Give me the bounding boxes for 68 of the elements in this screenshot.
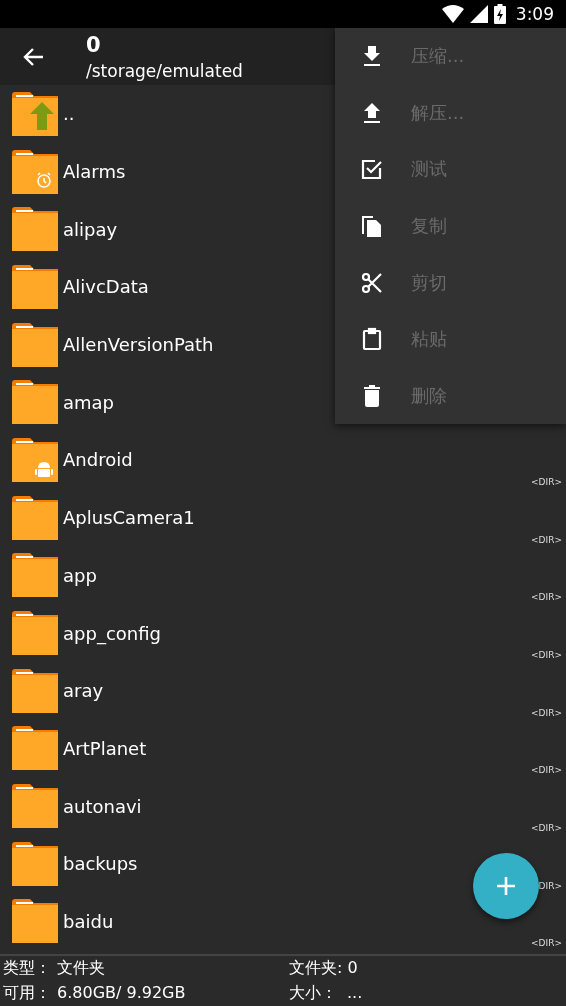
back-arrow-icon	[22, 46, 44, 67]
add-button[interactable]	[473, 853, 539, 919]
dir-label: <DIR>	[531, 534, 562, 545]
folder-icon	[12, 380, 58, 425]
dir-label: <DIR>	[531, 476, 562, 487]
folder-row[interactable]: baidu <DIR>	[0, 892, 566, 951]
dir-label: DIR>	[538, 880, 562, 891]
folder-icon	[12, 207, 58, 252]
size-label: 大小：	[289, 983, 338, 1004]
folder-row[interactable]: backups DIR>	[0, 834, 566, 893]
folder-row[interactable]: aray <DIR>	[0, 661, 566, 720]
folder-name: backups	[63, 853, 138, 875]
free-space-label: 可用：	[3, 983, 52, 1004]
folder-path: /storage/emulated	[86, 59, 243, 83]
folder-count: 文件夹: 0	[289, 958, 358, 979]
folder-name: autonavi	[63, 795, 142, 817]
folder-icon	[12, 495, 58, 540]
folder-android-icon	[12, 437, 58, 482]
battery-icon	[493, 4, 506, 24]
folder-name: baidu	[63, 910, 114, 932]
folder-name: amap	[63, 391, 115, 413]
wifi-icon	[441, 5, 464, 23]
clock: 3:09	[515, 4, 554, 24]
folder-row[interactable]: Android <DIR>	[0, 431, 566, 489]
size-value: ...	[347, 983, 363, 1004]
folder-name: app	[63, 564, 97, 586]
folder-row[interactable]: autonavi <DIR>	[0, 777, 566, 835]
signal-icon	[469, 5, 488, 23]
folder-name: ..	[63, 103, 75, 125]
folder-row[interactable]: app <DIR>	[0, 546, 566, 605]
folder-row[interactable]: ArtPlanet <DIR>	[0, 719, 566, 778]
folder-up-icon	[12, 91, 58, 136]
type-value: 文件夹	[57, 958, 105, 979]
folder-name: AlivcData	[63, 276, 149, 298]
plus-icon	[495, 875, 517, 897]
folder-icon	[12, 668, 58, 713]
folder-title: 0	[86, 31, 102, 59]
folder-icon	[12, 784, 58, 829]
free-space-value: 6.80GB/ 9.92GB	[57, 983, 186, 1004]
folder-icon	[12, 726, 58, 771]
dir-label: <DIR>	[531, 822, 562, 833]
folder-icon	[12, 553, 58, 598]
dir-label: <DIR>	[531, 765, 562, 776]
folder-name: app_config	[63, 622, 161, 644]
scissors-icon	[360, 270, 384, 295]
folder-icon	[12, 611, 58, 656]
folder-icon	[12, 264, 58, 309]
folder-icon	[12, 322, 58, 367]
dir-label: <DIR>	[531, 938, 562, 949]
folder-row[interactable]: app_config <DIR>	[0, 604, 566, 662]
type-label: 类型：	[3, 958, 52, 979]
folder-name: Alarms	[63, 161, 126, 183]
folder-name: AllenVersionPath	[63, 334, 214, 356]
folder-icon	[12, 899, 58, 944]
folder-name: alipay	[63, 218, 118, 240]
folder-alarm-icon	[12, 149, 58, 194]
dir-label: <DIR>	[531, 707, 562, 718]
dir-label: <DIR>	[531, 592, 562, 603]
dir-label: <DIR>	[531, 649, 562, 660]
folder-name: Android	[63, 449, 133, 471]
clipboard-icon	[360, 327, 384, 352]
folder-name: ArtPlanet	[63, 737, 147, 759]
folder-name: AplusCamera1	[63, 507, 195, 529]
checkbox-icon	[360, 157, 384, 182]
folder-icon	[12, 841, 58, 886]
folder-row[interactable]: AplusCamera1 <DIR>	[0, 488, 566, 547]
folder-name: aray	[63, 680, 104, 702]
copy-icon	[360, 214, 384, 238]
